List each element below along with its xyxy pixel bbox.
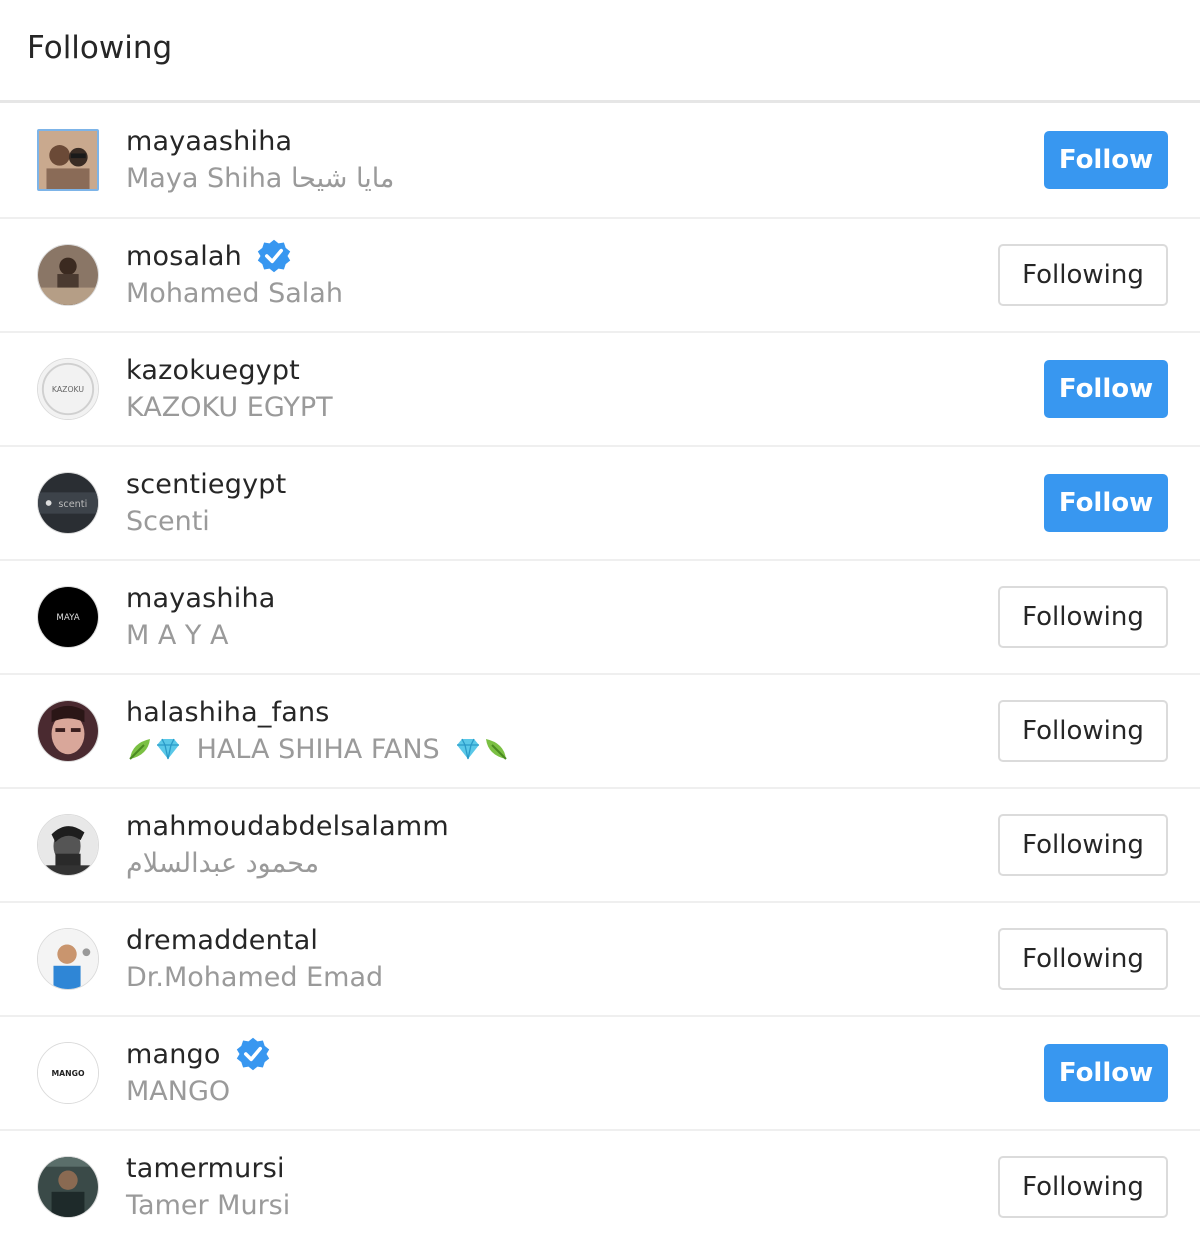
account-text: mosalah Mohamed Salah bbox=[126, 238, 343, 310]
avatar[interactable] bbox=[37, 814, 99, 876]
full-name: محمود عبدالسلام bbox=[126, 848, 320, 879]
username[interactable]: kazokuegypt bbox=[126, 355, 300, 386]
list-item[interactable]: dremaddental Dr.Mohamed Emad Following bbox=[0, 903, 1200, 1017]
full-name-row: HALA SHIHA FANS bbox=[126, 734, 510, 766]
account-text: tamermursi Tamer Mursi bbox=[126, 1152, 290, 1222]
following-button[interactable]: Following bbox=[998, 928, 1168, 990]
full-name: Mohamed Salah bbox=[126, 278, 343, 309]
avatar[interactable]: MANGO bbox=[37, 1042, 99, 1104]
leaf-icon bbox=[482, 735, 510, 763]
username[interactable]: dremaddental bbox=[126, 925, 318, 956]
username[interactable]: halashiha_fans bbox=[126, 697, 330, 728]
avatar-logo-text: KAZOKU bbox=[52, 385, 84, 394]
avatar-logo-text: scenti bbox=[58, 499, 87, 510]
follow-button[interactable]: Follow bbox=[1044, 360, 1168, 418]
list-item[interactable]: halashiha_fans HALA SHIHA FANS Following bbox=[0, 675, 1200, 789]
account-text: mahmoudabdelsalamm محمود عبدالسلام bbox=[126, 810, 449, 880]
list-item[interactable]: tamermursi Tamer Mursi Following bbox=[0, 1131, 1200, 1233]
username[interactable]: mayaashiha bbox=[126, 126, 292, 157]
full-name: M A Y A bbox=[126, 620, 229, 651]
avatar[interactable] bbox=[37, 129, 99, 191]
header: Following bbox=[0, 0, 1200, 103]
avatar[interactable] bbox=[37, 700, 99, 762]
full-name: HALA SHIHA FANS bbox=[196, 734, 440, 765]
list-item[interactable]: MANGO mango MANGO Follow bbox=[0, 1017, 1200, 1131]
following-button[interactable]: Following bbox=[998, 1156, 1168, 1218]
account-text: mayashiha M A Y A bbox=[126, 582, 276, 652]
account-text: mayaashiha Maya Shiha مايا شيحا bbox=[126, 125, 394, 195]
following-button[interactable]: Following bbox=[998, 814, 1168, 876]
list-item[interactable]: mosalah Mohamed Salah Following bbox=[0, 219, 1200, 333]
account-text: scentiegypt Scenti bbox=[126, 468, 286, 538]
account-text: kazokuegypt KAZOKU EGYPT bbox=[126, 354, 333, 424]
leaf-icon bbox=[126, 735, 154, 763]
page-title: Following bbox=[27, 30, 173, 66]
username[interactable]: scentiegypt bbox=[126, 469, 286, 500]
list-item[interactable]: mahmoudabdelsalamm محمود عبدالسلام Follo… bbox=[0, 789, 1200, 903]
list-item[interactable]: scenti scentiegypt Scenti Follow bbox=[0, 447, 1200, 561]
follow-button[interactable]: Follow bbox=[1044, 131, 1168, 189]
username[interactable]: mahmoudabdelsalamm bbox=[126, 811, 449, 842]
avatar[interactable]: MAYA bbox=[37, 586, 99, 648]
avatar-logo-text: MAYA bbox=[56, 613, 79, 623]
full-name: Maya Shiha مايا شيحا bbox=[126, 163, 395, 194]
account-text: halashiha_fans HALA SHIHA FANS bbox=[126, 696, 510, 766]
avatar[interactable]: scenti bbox=[37, 472, 99, 534]
follow-button[interactable]: Follow bbox=[1044, 474, 1168, 532]
verified-badge-icon bbox=[256, 238, 292, 274]
username[interactable]: mosalah bbox=[126, 241, 242, 272]
following-list: mayaashiha Maya Shiha مايا شيحا Follow m… bbox=[0, 103, 1200, 1233]
list-item[interactable]: mayaashiha Maya Shiha مايا شيحا Follow bbox=[0, 103, 1200, 219]
account-text: dremaddental Dr.Mohamed Emad bbox=[126, 924, 383, 994]
full-name: MANGO bbox=[126, 1076, 231, 1107]
avatar[interactable] bbox=[37, 928, 99, 990]
following-button[interactable]: Following bbox=[998, 244, 1168, 306]
avatar[interactable] bbox=[37, 1156, 99, 1218]
username[interactable]: mayashiha bbox=[126, 583, 276, 614]
list-item[interactable]: MAYA mayashiha M A Y A Following bbox=[0, 561, 1200, 675]
verified-badge-icon bbox=[235, 1036, 271, 1072]
full-name: Dr.Mohamed Emad bbox=[126, 962, 384, 993]
following-button[interactable]: Following bbox=[998, 586, 1168, 648]
follow-button[interactable]: Follow bbox=[1044, 1044, 1168, 1102]
account-text: mango MANGO bbox=[126, 1036, 271, 1108]
full-name: KAZOKU EGYPT bbox=[126, 392, 333, 423]
username[interactable]: mango bbox=[126, 1039, 221, 1070]
diamond-icon bbox=[154, 735, 182, 763]
full-name: Tamer Mursi bbox=[126, 1190, 291, 1221]
following-button[interactable]: Following bbox=[998, 700, 1168, 762]
full-name: Scenti bbox=[126, 506, 210, 537]
diamond-icon bbox=[454, 735, 482, 763]
avatar[interactable] bbox=[37, 244, 99, 306]
avatar-logo-text: MANGO bbox=[51, 1069, 85, 1078]
avatar[interactable]: KAZOKU bbox=[37, 358, 99, 420]
username[interactable]: tamermursi bbox=[126, 1153, 285, 1184]
list-item[interactable]: KAZOKU kazokuegypt KAZOKU EGYPT Follow bbox=[0, 333, 1200, 447]
